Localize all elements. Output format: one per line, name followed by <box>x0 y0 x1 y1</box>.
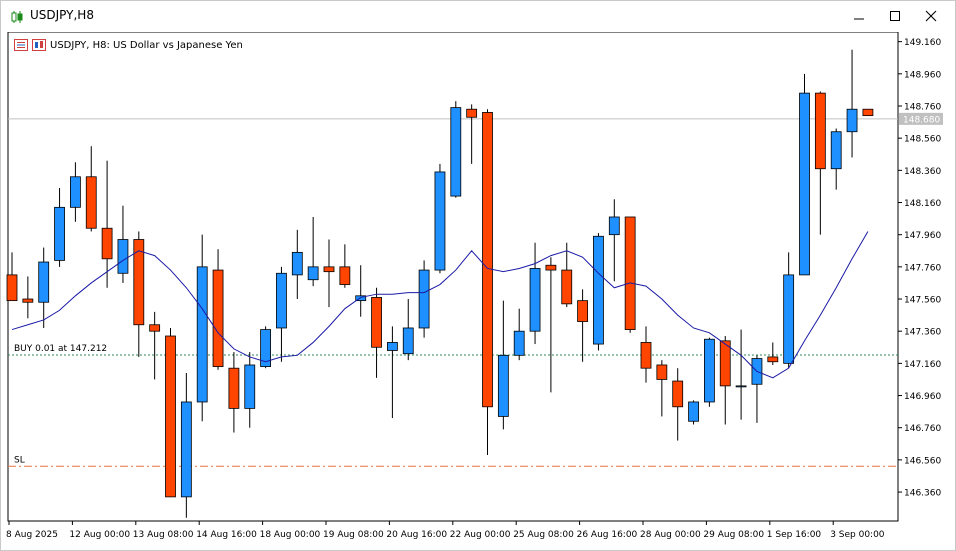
candle-body <box>418 269 430 329</box>
x-tick-label: 25 Aug 08:00 <box>513 530 574 540</box>
candle-body <box>656 364 668 380</box>
y-tick-label: 148.360 <box>904 167 941 177</box>
candle-body <box>276 272 287 329</box>
candle-body <box>688 401 699 422</box>
maximize-icon <box>890 11 900 21</box>
y-tick-label: 147.960 <box>904 231 941 241</box>
candle-body <box>386 342 398 351</box>
maximize-button[interactable] <box>878 1 912 31</box>
chart-candles-icon <box>10 9 24 23</box>
stop-loss-label: SL <box>14 455 25 465</box>
y-tick-label: 146.360 <box>904 489 941 499</box>
candle-body <box>38 261 50 303</box>
candle-body <box>54 206 65 261</box>
candle-body <box>561 269 573 305</box>
minimize-icon <box>854 18 864 20</box>
candle-body <box>117 239 129 274</box>
x-tick-label: 26 Aug 16:00 <box>577 530 638 540</box>
candle-body <box>466 108 478 118</box>
y-tick-label: 147.160 <box>904 360 941 370</box>
chart-window: USDJPY,H8 149.160 148.960 148.760 148.560 14… <box>0 0 956 551</box>
chart-area[interactable]: 149.160 148.960 148.760 148.560 148.360 148.1… <box>1 32 955 551</box>
candle-body <box>529 268 541 332</box>
y-tick-label: 147.560 <box>904 296 941 306</box>
candle-body <box>862 108 874 117</box>
candle-body <box>624 216 636 330</box>
x-tick-label: 29 Aug 08:00 <box>703 530 764 540</box>
candle-body <box>323 266 335 273</box>
candle-body <box>545 264 557 271</box>
candle-body <box>497 354 509 417</box>
candle-body <box>814 92 826 170</box>
x-tick-label: 28 Aug 00:00 <box>640 530 701 540</box>
candle-body <box>767 356 779 363</box>
x-tick-label: 13 Aug 08:00 <box>133 530 194 540</box>
x-tick-label: 8 Aug 2025 <box>6 530 58 540</box>
candle-body <box>482 112 493 408</box>
x-tick-label: 3 Sep 00:00 <box>830 530 885 540</box>
x-tick-label: 12 Aug 00:00 <box>69 530 130 540</box>
candle-body <box>672 380 684 408</box>
x-tick-label: 19 Aug 08:00 <box>323 530 384 540</box>
candle-body <box>371 297 382 348</box>
x-tick-label: 14 Aug 16:00 <box>196 530 257 540</box>
candle-body <box>149 324 161 332</box>
y-tick-label: 146.560 <box>904 456 941 466</box>
price-chart[interactable]: 149.160 148.960 148.760 148.560 148.360 148.1… <box>1 32 955 551</box>
candle-body <box>783 274 795 364</box>
candle-body <box>593 235 604 345</box>
close-icon <box>925 10 937 22</box>
candle-body <box>450 107 462 197</box>
x-tick-label: 18 Aug 00:00 <box>260 530 321 540</box>
candle-body <box>608 216 620 236</box>
candle-body <box>830 131 842 170</box>
title-bar[interactable]: USDJPY,H8 <box>1 1 955 31</box>
candle-body <box>402 327 414 355</box>
chart-header-text: USDJPY, H8: US Dollar vs Japanese Yen <box>50 39 243 51</box>
candle-body <box>846 108 858 133</box>
candle-body <box>244 364 256 409</box>
list-icon[interactable] <box>14 39 28 51</box>
candle-body <box>165 335 176 498</box>
candle-body <box>22 298 34 303</box>
candle-body <box>101 227 113 260</box>
y-tick-label: 148.960 <box>904 70 941 80</box>
y-tick-label: 146.960 <box>904 392 941 402</box>
chart-properties-icon[interactable] <box>32 39 46 51</box>
candle-body <box>196 266 208 403</box>
y-tick-label: 147.760 <box>904 263 941 273</box>
y-tick-label: 148.760 <box>904 102 941 112</box>
x-tick-label: 22 Aug 00:00 <box>450 530 511 540</box>
current-price-label: 148.680 <box>903 115 940 125</box>
candle-body <box>719 340 731 387</box>
candle-body <box>307 266 319 281</box>
candle-body <box>640 342 652 369</box>
candle-body <box>339 266 351 285</box>
y-tick-label: 148.560 <box>904 135 941 145</box>
x-tick-label: 1 Sep 16:00 <box>767 530 822 540</box>
candle-body <box>212 269 224 367</box>
candle-body <box>735 385 747 388</box>
x-tick-label: 20 Aug 16:00 <box>386 530 447 540</box>
candle-body <box>291 251 303 276</box>
candle-body <box>704 338 715 403</box>
chart-header: USDJPY, H8: US Dollar vs Japanese Yen <box>14 39 243 51</box>
y-tick-label: 148.160 <box>904 199 941 209</box>
minimize-button[interactable] <box>842 1 876 31</box>
y-tick-label: 146.760 <box>904 424 941 434</box>
candle-body <box>85 176 97 229</box>
close-button[interactable] <box>914 1 948 31</box>
y-tick-label: 149.160 <box>904 38 941 48</box>
candle-body <box>434 171 446 271</box>
buy-order-label: BUY 0.01 at 147.212 <box>14 344 107 354</box>
candle-body <box>228 367 240 409</box>
candle-body <box>513 330 525 356</box>
candle-body <box>6 274 18 302</box>
window-title: USDJPY,H8 <box>30 8 94 22</box>
y-tick-label: 147.360 <box>904 328 941 338</box>
candle-body <box>799 92 810 276</box>
candle-body <box>577 300 588 322</box>
candle-body <box>70 176 81 208</box>
candle-body <box>180 401 192 498</box>
